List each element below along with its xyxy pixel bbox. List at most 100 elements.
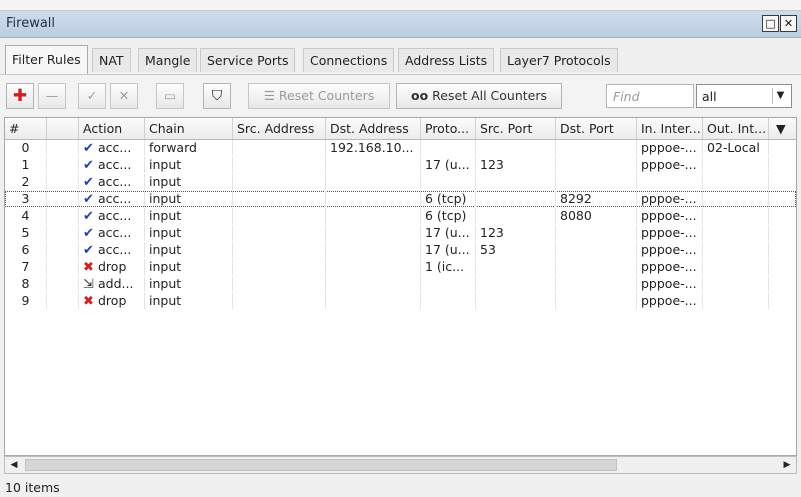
col-header-out-interface[interactable]: Out. Int... xyxy=(703,118,769,139)
add-button[interactable]: ✚ xyxy=(6,83,34,109)
col-header-src-address[interactable]: Src. Address xyxy=(233,118,326,139)
cell-action: ✔ acc... xyxy=(79,242,145,258)
col-header-action[interactable]: Action xyxy=(79,118,145,139)
cell-out-interface xyxy=(703,174,769,190)
tab-filter-rules[interactable]: Filter Rules xyxy=(5,45,88,74)
cell-out-interface xyxy=(703,157,769,173)
action-label: acc... xyxy=(98,225,132,240)
table-row[interactable]: 5 ✔ acc... input 17 (u... 123 pppoe-... xyxy=(5,225,796,241)
tab-nat[interactable]: NAT xyxy=(92,48,131,72)
cell-dst-port xyxy=(556,293,637,309)
cell-dst-port xyxy=(556,174,637,190)
cell-in-interface: pppoe-... xyxy=(637,242,703,258)
cell-action: ✔ acc... xyxy=(79,157,145,173)
cell-dst-address xyxy=(326,293,421,309)
disable-button[interactable]: ✕ xyxy=(110,83,138,109)
accept-icon: ✔ xyxy=(83,141,94,156)
cell-protocol xyxy=(421,276,476,292)
col-header-dst-port[interactable]: Dst. Port xyxy=(556,118,637,139)
horizontal-scrollbar[interactable]: ◀ ▶ xyxy=(4,456,797,474)
col-header-chain[interactable]: Chain xyxy=(145,118,233,139)
table-row[interactable]: 1 ✔ acc... input 17 (u... 123 pppoe-... xyxy=(5,157,796,173)
cell-protocol xyxy=(421,140,476,156)
cell-src-port: 53 xyxy=(476,242,556,258)
cell-number: 5 xyxy=(5,225,47,241)
cell-flag xyxy=(47,191,79,207)
col-header-flag[interactable] xyxy=(47,118,79,139)
col-header-number[interactable]: # xyxy=(5,118,47,139)
rules-table: # Action Chain Src. Address Dst. Address… xyxy=(4,117,797,456)
tab-address-lists[interactable]: Address Lists xyxy=(398,48,495,72)
table-row[interactable]: 7 ✖ drop input 1 (ic... pppoe-... xyxy=(5,259,796,275)
status-item-count: 10 items xyxy=(5,480,60,495)
reset-counters-button[interactable]: ☰ Reset Counters xyxy=(248,83,390,109)
table-row[interactable]: 6 ✔ acc... input 17 (u... 53 pppoe-... xyxy=(5,242,796,258)
cell-chain: input xyxy=(145,276,233,292)
table-header: # Action Chain Src. Address Dst. Address… xyxy=(5,118,796,140)
chevron-down-icon[interactable]: ▼ xyxy=(772,88,788,104)
table-row[interactable]: 4 ✔ acc... input 6 (tcp) 8080 pppoe-... xyxy=(5,208,796,224)
filter-select[interactable]: all ▼ xyxy=(696,84,792,108)
remove-button[interactable]: — xyxy=(38,83,66,109)
scroll-thumb[interactable] xyxy=(25,459,617,471)
tab-service-ports[interactable]: Service Ports xyxy=(200,48,296,72)
cell-src-address xyxy=(233,174,326,190)
table-row[interactable]: 3 ✔ acc... input 6 (tcp) 8292 pppoe-... xyxy=(5,191,796,207)
table-row[interactable]: 9 ✖ drop input pppoe-... xyxy=(5,293,796,309)
firewall-window: Firewall □ ✕ Filter Rules NAT Mangle Ser… xyxy=(0,0,801,497)
reset-counters-label: Reset Counters xyxy=(278,88,375,103)
table-row[interactable]: 0 ✔ acc... forward 192.168.10... pppoe-... 02-… xyxy=(5,140,796,156)
action-label: acc... xyxy=(98,242,132,257)
action-label: drop xyxy=(98,259,127,274)
cell-in-interface: pppoe-... xyxy=(637,293,703,309)
reset-all-counters-button[interactable]: oo Reset All Counters xyxy=(396,83,562,109)
scroll-right-icon[interactable]: ▶ xyxy=(779,458,795,472)
drop-icon: ✖ xyxy=(83,294,94,309)
cell-dst-port xyxy=(556,157,637,173)
action-label: acc... xyxy=(98,157,132,172)
cell-src-address xyxy=(233,242,326,258)
cell-protocol: 6 (tcp) xyxy=(421,191,476,207)
cell-action: ✔ acc... xyxy=(79,191,145,207)
cell-src-port xyxy=(476,259,556,275)
reset-all-counters-icon: oo xyxy=(411,88,429,103)
column-menu-button[interactable]: ▼ xyxy=(769,118,796,139)
table-row[interactable]: 2 ✔ acc... input xyxy=(5,174,796,190)
cell-in-interface: pppoe-... xyxy=(637,208,703,224)
col-header-in-interface[interactable]: In. Inter... xyxy=(637,118,703,139)
cell-flag xyxy=(47,174,79,190)
enable-button[interactable]: ✓ xyxy=(78,83,106,109)
find-input[interactable] xyxy=(606,84,694,108)
cell-out-interface xyxy=(703,259,769,275)
action-label: acc... xyxy=(98,191,132,206)
tab-connections[interactable]: Connections xyxy=(303,48,395,72)
scroll-left-icon[interactable]: ◀ xyxy=(6,458,22,472)
comment-button[interactable]: ▭ xyxy=(156,83,184,109)
cell-in-interface: pppoe-... xyxy=(637,191,703,207)
action-label: add... xyxy=(98,276,134,291)
filter-button[interactable]: ⛉ xyxy=(203,83,231,109)
title-bar[interactable]: Firewall □ ✕ xyxy=(0,11,801,38)
cell-protocol: 1 (ic... xyxy=(421,259,476,275)
accept-icon: ✔ xyxy=(83,175,94,190)
tab-mangle[interactable]: Mangle xyxy=(138,48,198,72)
cell-action: ✖ drop xyxy=(79,259,145,275)
tab-layer7-protocols[interactable]: Layer7 Protocols xyxy=(500,48,618,72)
cell-protocol: 17 (u... xyxy=(421,157,476,173)
cell-number: 8 xyxy=(5,276,47,292)
cell-src-port: 123 xyxy=(476,225,556,241)
cell-dst-address xyxy=(326,174,421,190)
close-button[interactable]: ✕ xyxy=(780,15,797,32)
restore-button[interactable]: □ xyxy=(762,15,779,32)
cell-src-port xyxy=(476,276,556,292)
top-strip xyxy=(0,0,801,11)
cell-in-interface: pppoe-... xyxy=(637,157,703,173)
col-header-src-port[interactable]: Src. Port xyxy=(476,118,556,139)
cell-in-interface: pppoe-... xyxy=(637,276,703,292)
cell-in-interface xyxy=(637,174,703,190)
col-header-dst-address[interactable]: Dst. Address xyxy=(326,118,421,139)
col-header-protocol[interactable]: Proto... xyxy=(421,118,476,139)
cell-flag xyxy=(47,157,79,173)
cell-src-address xyxy=(233,191,326,207)
table-row[interactable]: 8 ⇲ add... input pppoe-... xyxy=(5,276,796,292)
